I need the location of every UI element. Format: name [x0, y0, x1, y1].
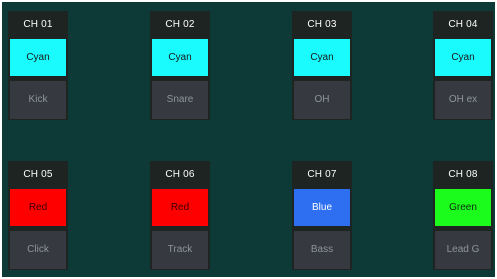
channel-strip-06: CH 06 Red Track — [150, 161, 210, 270]
channel-label: CH 08 — [448, 169, 478, 180]
channel-color-button[interactable]: Cyan — [435, 39, 491, 76]
channel-label: CH 02 — [165, 19, 195, 30]
channel-strip-02: CH 02 Cyan Snare — [150, 11, 210, 120]
channel-strip-01: CH 01 Cyan Kick — [8, 11, 68, 120]
channel-strip-03: CH 03 Cyan OH — [292, 11, 352, 120]
channel-name-button[interactable]: Snare — [152, 81, 208, 119]
channel-name-button[interactable]: Kick — [10, 81, 66, 119]
channel-strip-05: CH 05 Red Click — [8, 161, 68, 270]
channel-color-button[interactable]: Cyan — [152, 39, 208, 76]
channel-color-button[interactable]: Cyan — [10, 39, 66, 76]
channel-name-button[interactable]: OH — [294, 81, 350, 119]
channel-color-button[interactable]: Cyan — [294, 39, 350, 76]
channel-color-button[interactable]: Red — [152, 189, 208, 226]
channel-name-button[interactable]: Bass — [294, 231, 350, 269]
channel-color-button[interactable]: Blue — [294, 189, 350, 226]
channel-label: CH 01 — [23, 19, 53, 30]
channel-color-button[interactable]: Green — [435, 189, 491, 226]
channel-label: CH 04 — [448, 19, 478, 30]
channel-label: CH 06 — [165, 169, 195, 180]
channel-name-button[interactable]: Lead G — [435, 231, 491, 269]
channel-strip-07: CH 07 Blue Bass — [292, 161, 352, 270]
channel-label: CH 07 — [307, 169, 337, 180]
channel-label: CH 05 — [23, 169, 53, 180]
channel-name-button[interactable]: Click — [10, 231, 66, 269]
channel-color-grid: CH 01 Cyan Kick CH 02 Cyan Snare CH 03 C… — [2, 2, 495, 277]
channel-color-button[interactable]: Red — [10, 189, 66, 226]
channel-name-button[interactable]: Track — [152, 231, 208, 269]
channel-label: CH 03 — [307, 19, 337, 30]
channel-strip-04: CH 04 Cyan OH ex — [433, 11, 493, 120]
channel-strip-08: CH 08 Green Lead G — [433, 161, 493, 270]
channel-name-button[interactable]: OH ex — [435, 81, 491, 119]
